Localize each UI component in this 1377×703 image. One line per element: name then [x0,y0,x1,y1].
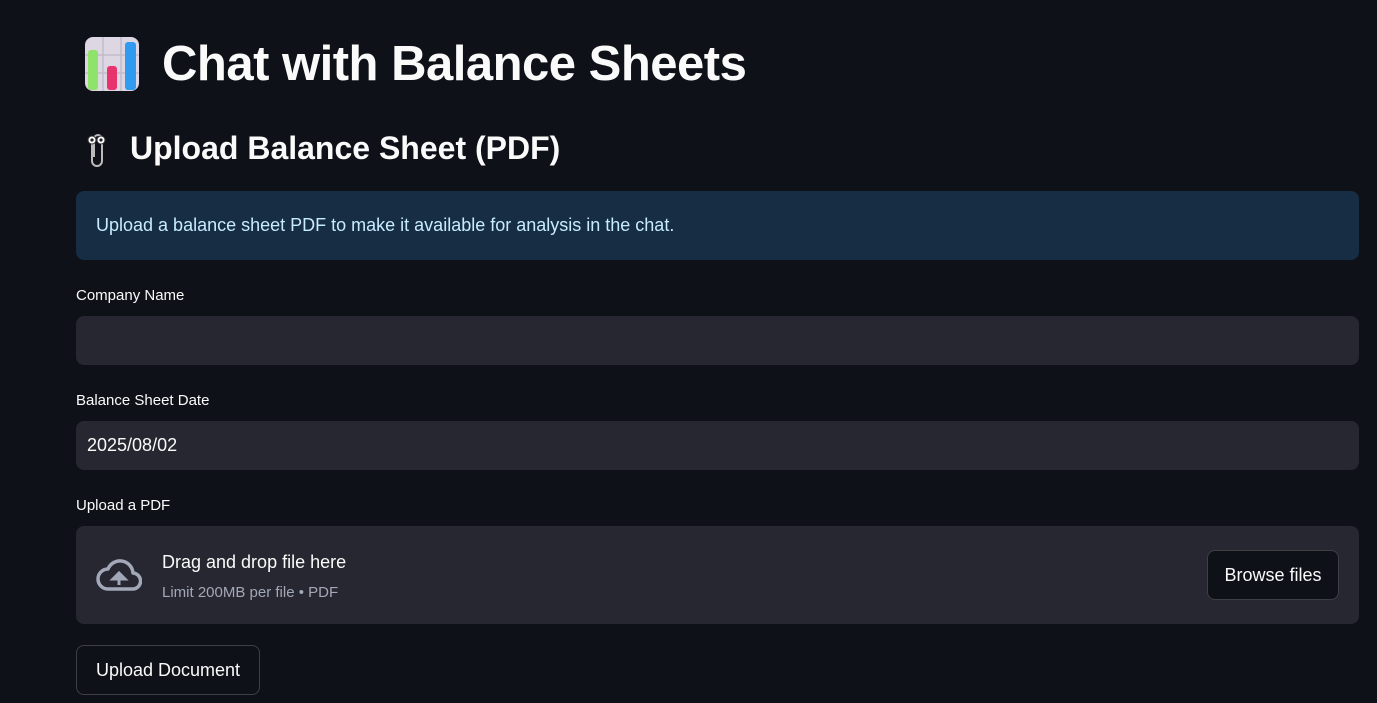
upload-document-button[interactable]: Upload Document [76,645,260,695]
company-name-input[interactable] [76,316,1359,365]
upload-label: Upload a PDF [76,497,171,514]
date-label: Balance Sheet Date [76,392,210,409]
cloud-upload-icon [96,559,142,591]
page-header: Chat with Balance Sheets [84,36,747,92]
info-alert: Upload a balance sheet PDF to make it av… [76,191,1359,260]
company-name-label: Company Name [76,287,185,304]
section-title: Upload Balance Sheet (PDF) [130,130,561,166]
paperclip-icon [87,133,106,167]
page-title: Chat with Balance Sheets [162,37,747,91]
date-input[interactable]: 2025/08/02 [76,421,1359,470]
limit-text: Limit 200MB per file • PDF [162,584,339,601]
info-text: Upload a balance sheet PDF to make it av… [96,215,675,235]
browse-files-button[interactable]: Browse files [1207,550,1339,600]
bar-chart-icon [85,37,139,91]
drop-text: Drag and drop file here [162,552,347,572]
section-header: Upload Balance Sheet (PDF) [84,130,560,167]
file-dropzone[interactable]: Drag and drop file here Limit 200MB per … [76,526,1359,624]
